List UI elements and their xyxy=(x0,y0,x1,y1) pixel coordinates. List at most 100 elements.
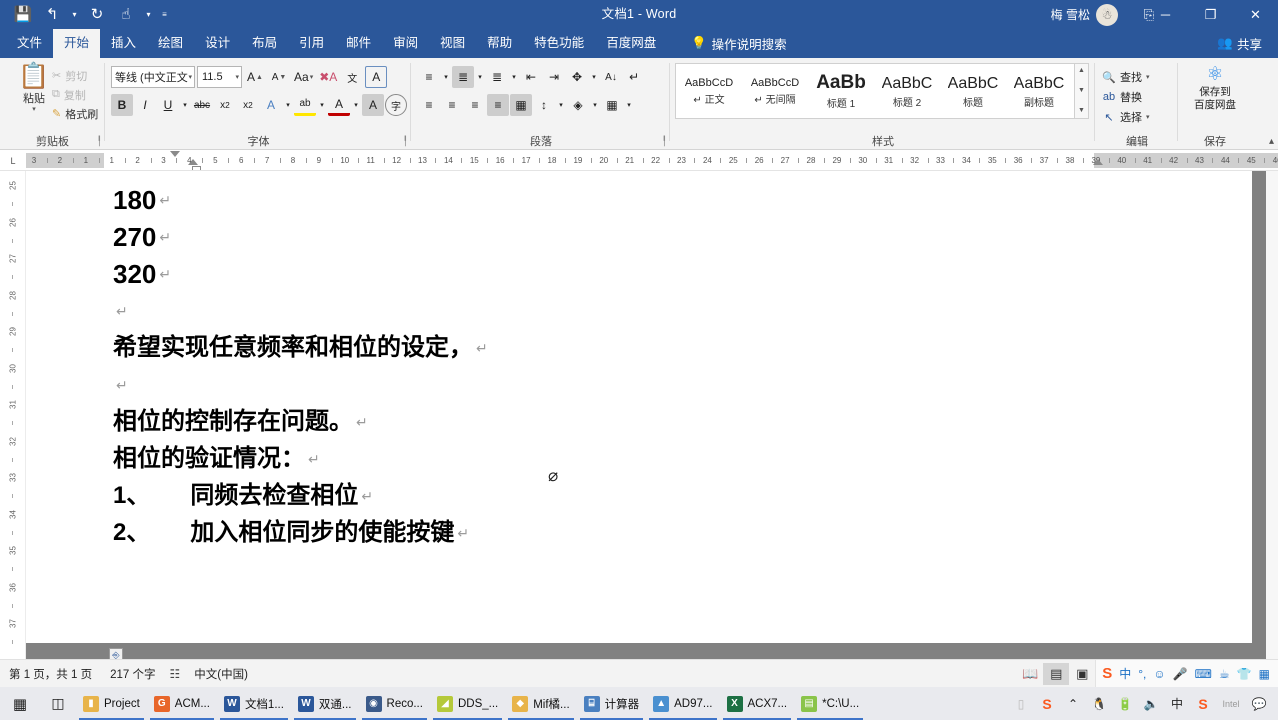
sort-button[interactable]: A↓ xyxy=(600,66,622,88)
paste-dropdown-icon[interactable]: ▾ xyxy=(12,106,56,113)
hidden-icons-placeholder-icon[interactable]: ▯ xyxy=(1008,687,1034,720)
chevron-down-icon[interactable]: ▾ xyxy=(1146,73,1150,81)
font-color-button[interactable]: A xyxy=(328,94,350,116)
style-scroll-up-icon[interactable]: ▲ xyxy=(1078,64,1085,78)
tab-8[interactable]: 审阅 xyxy=(382,29,429,58)
user-account[interactable]: 梅 雪松 ☃ xyxy=(1051,3,1118,26)
tab-10[interactable]: 帮助 xyxy=(476,29,523,58)
taskbar-app-0[interactable]: ▮ Project xyxy=(76,687,147,720)
multilevel-list-dropdown-icon[interactable]: ▾ xyxy=(509,66,519,88)
paragraph-dialog-launcher[interactable]: ╿ xyxy=(662,136,667,147)
tab-0[interactable]: 文件 xyxy=(6,29,53,58)
page-number-status[interactable]: 第 1 页，共 1 页 xyxy=(0,666,101,682)
taskbar-app-4[interactable]: ◉ Reco... xyxy=(359,687,430,720)
paste-button[interactable]: 📋 粘贴 ▾ xyxy=(12,63,56,113)
tab-1[interactable]: 开始 xyxy=(53,29,101,58)
grow-font-icon[interactable]: A ▲ xyxy=(244,66,266,88)
text-highlight-dropdown-icon[interactable]: ▾ xyxy=(317,94,327,116)
show-hidden-icons-icon[interactable]: ⌃ xyxy=(1060,687,1086,720)
text-effects-dropdown-icon[interactable]: ▾ xyxy=(283,94,293,116)
change-case-icon[interactable]: Aa ▾ xyxy=(292,66,315,88)
align-left-button[interactable]: ≡ xyxy=(418,94,440,116)
superscript-button[interactable]: x2 xyxy=(237,94,259,116)
style-item-0[interactable]: AaBbCcD ↵ 正文 xyxy=(676,64,742,118)
battery-icon[interactable]: 🔋 xyxy=(1112,687,1138,720)
bullets-button[interactable]: ≡ xyxy=(418,66,440,88)
document-line[interactable]: ↵ xyxy=(113,292,1212,329)
word-count-status[interactable]: 217 个字 xyxy=(101,666,164,682)
editing-replace[interactable]: ab 替换 xyxy=(1098,87,1150,107)
sogou-ime-icon[interactable]: S xyxy=(1190,687,1216,720)
bullets-dropdown-icon[interactable]: ▾ xyxy=(441,66,451,88)
more-icon[interactable]: ▦ xyxy=(1259,668,1270,680)
document-line[interactable]: 270 ↵ xyxy=(113,218,1212,255)
style-more-icon[interactable]: ▼ xyxy=(1078,104,1085,118)
qq-icon[interactable]: 🐧 xyxy=(1086,687,1112,720)
tab-5[interactable]: 布局 xyxy=(241,29,288,58)
emoji-icon[interactable]: ☺ xyxy=(1153,668,1165,680)
underline-dropdown-icon[interactable]: ▾ xyxy=(180,94,190,116)
paste-options-icon[interactable]: ⎆ xyxy=(109,648,123,659)
ime-chinese-icon[interactable]: 中 xyxy=(1164,687,1190,720)
font-size-combobox[interactable]: 11.5 ▾ xyxy=(197,66,242,88)
italic-button[interactable]: I xyxy=(134,94,156,116)
numbering-dropdown-icon[interactable]: ▾ xyxy=(475,66,485,88)
strikethrough-button[interactable]: abc xyxy=(191,94,213,116)
soft-keyboard-icon[interactable]: ⌨ xyxy=(1195,668,1212,680)
shrink-font-icon[interactable]: A ▼ xyxy=(268,66,290,88)
document-line[interactable]: 希望实现任意频率和相位的设定， ↵ xyxy=(113,329,1212,366)
format-painter-command[interactable]: ✎ 格式刷 xyxy=(52,104,98,123)
taskbar-app-9[interactable]: X ACX7... xyxy=(720,687,795,720)
character-border-icon[interactable]: A xyxy=(365,66,388,88)
collapse-ribbon-icon[interactable]: ▴ xyxy=(1269,136,1274,147)
voice-input-icon[interactable]: 🎤 xyxy=(1173,668,1188,680)
decrease-indent-button[interactable]: ⇤ xyxy=(520,66,542,88)
tab-3[interactable]: 绘图 xyxy=(147,29,194,58)
task-view-icon[interactable]: ◫ xyxy=(40,687,76,720)
clipboard-dialog-launcher[interactable]: ╿ xyxy=(97,136,102,147)
taskbar-app-10[interactable]: ▤ *C:\U... xyxy=(794,687,866,720)
tab-4[interactable]: 设计 xyxy=(194,29,241,58)
action-center-icon[interactable]: 💬 xyxy=(1246,687,1272,720)
print-layout-view-button[interactable]: ▤ xyxy=(1043,662,1070,685)
tab-6[interactable]: 引用 xyxy=(288,29,335,58)
sogou-tray-icon[interactable]: S xyxy=(1034,687,1060,720)
chevron-down-icon[interactable]: ▾ xyxy=(1146,113,1150,121)
document-line[interactable]: 180 ↵ xyxy=(113,181,1212,218)
toolbox-icon[interactable]: ☕ xyxy=(1219,668,1230,680)
tab-7[interactable]: 邮件 xyxy=(335,29,382,58)
document-line[interactable]: 2、 加入相位同步的使能按键 ↵ xyxy=(113,514,1212,551)
document-line[interactable]: 320 ↵ xyxy=(113,255,1212,292)
tab-12[interactable]: 百度网盘 xyxy=(595,29,667,58)
distribute-button[interactable]: ▦ xyxy=(510,94,532,116)
tab-11[interactable]: 特色功能 xyxy=(523,29,595,58)
document-line[interactable]: 相位的验证情况： ↵ xyxy=(113,440,1212,477)
subscript-button[interactable]: x2 xyxy=(214,94,236,116)
tab-2[interactable]: 插入 xyxy=(100,29,147,58)
bold-button[interactable]: B xyxy=(111,94,133,116)
taskbar-app-8[interactable]: ▲ AD97... xyxy=(646,687,719,720)
share-button[interactable]: 👥 共享 xyxy=(1209,29,1270,58)
vertical-scrollbar[interactable] xyxy=(1266,171,1278,659)
font-color-dropdown-icon[interactable]: ▾ xyxy=(351,94,361,116)
intel-graphics-icon[interactable]: Intel xyxy=(1216,687,1246,720)
editing-search[interactable]: 🔍 查找 ▾ xyxy=(1098,67,1150,87)
tab-9[interactable]: 视图 xyxy=(429,29,476,58)
punctuation-icon[interactable]: °, xyxy=(1138,668,1146,680)
multilevel-list-button[interactable]: ≣ xyxy=(486,66,508,88)
read-mode-view-button[interactable]: 📖 xyxy=(1017,663,1043,685)
chinese-layout-dropdown-icon[interactable]: ▾ xyxy=(589,66,599,88)
taskbar-app-5[interactable]: ◢ DDS_... xyxy=(430,687,505,720)
taskbar-app-2[interactable]: W 文档1... xyxy=(217,687,291,720)
volume-icon[interactable]: 🔈 xyxy=(1138,687,1164,720)
hanging-indent-marker[interactable] xyxy=(188,159,198,165)
save-to-baidu-netdisk-button[interactable]: ⚛ 保存到 百度网盘 xyxy=(1185,64,1245,112)
line-spacing-dropdown-icon[interactable]: ▾ xyxy=(556,94,566,116)
taskbar-app-6[interactable]: ◆ Mif橘... xyxy=(505,687,576,720)
character-shading-button[interactable]: A xyxy=(362,94,384,116)
phonetic-guide-icon[interactable]: 文 xyxy=(341,66,363,88)
document-line[interactable]: 相位的控制存在问题。 ↵ xyxy=(113,403,1212,440)
restore-button[interactable]: ❐ xyxy=(1188,0,1233,29)
document-page[interactable]: 180 ↵ 270 ↵ 320 ↵ ↵ 希望实现任意频率和相位的设定， ↵ ↵ 相位的控制存在问题。… xyxy=(26,171,1252,659)
style-item-4[interactable]: AaBbC 标题 xyxy=(940,64,1006,118)
